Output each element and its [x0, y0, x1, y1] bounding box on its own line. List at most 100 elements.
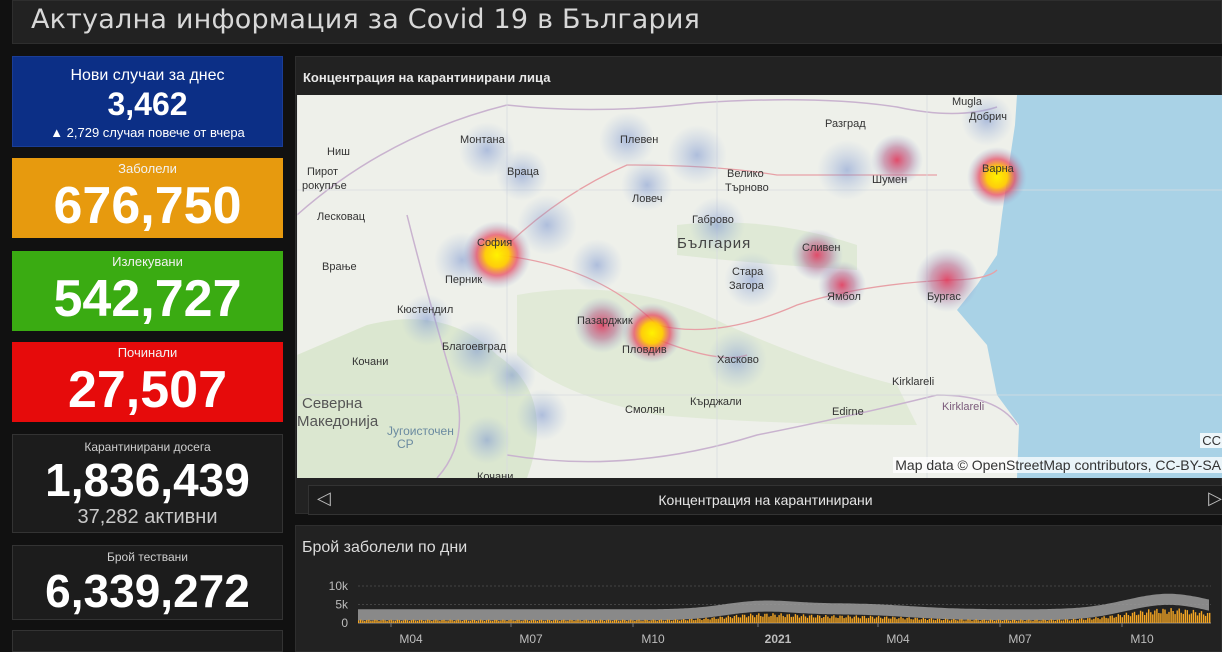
heatmap[interactable]: Монтана Плевен Враца Велико Търново Лове…	[297, 95, 1222, 478]
svg-text:Ямбол: Ямбол	[827, 291, 861, 303]
daily-bar	[788, 614, 790, 623]
daily-bar	[882, 618, 884, 623]
daily-bar	[764, 613, 766, 623]
daily-bar	[778, 615, 780, 623]
svg-text:Kirklareli: Kirklareli	[942, 401, 984, 413]
daily-bar	[581, 621, 583, 623]
recovered-value: 542,727	[53, 270, 242, 328]
daily-bar	[429, 620, 431, 623]
daily-bar	[666, 619, 669, 623]
daily-bar	[754, 617, 756, 623]
daily-bar	[469, 620, 472, 623]
daily-bar	[559, 621, 561, 623]
daily-bar	[620, 620, 622, 623]
daily-bar	[433, 620, 435, 623]
daily-bar	[1064, 619, 1067, 623]
daily-bar	[1144, 615, 1146, 623]
daily-bar	[1133, 611, 1136, 623]
daily-bar	[546, 619, 549, 623]
daily-bar	[1176, 610, 1178, 623]
daily-bar	[841, 615, 843, 623]
daily-bar	[784, 617, 786, 623]
daily-bar	[999, 620, 1002, 623]
daily-bar	[699, 618, 701, 623]
daily-bar	[532, 619, 535, 623]
daily-bar	[774, 614, 776, 623]
daily-bar	[485, 620, 488, 623]
daily-bar	[855, 615, 857, 623]
daily-bar	[904, 619, 906, 623]
svg-text:Шумен: Шумен	[872, 174, 907, 186]
daily-bar	[691, 618, 693, 623]
chevron-right-icon[interactable]: ▷	[1208, 488, 1222, 509]
daily-bar	[697, 618, 699, 623]
recovered-card: Излекувани 542,727	[12, 251, 283, 331]
daily-bar	[969, 619, 971, 623]
daily-bar	[455, 620, 457, 623]
daily-bar	[500, 620, 502, 623]
daily-bar	[1107, 618, 1109, 623]
header-bar: Актуална информация за Covid 19 в Българ…	[12, 0, 1222, 44]
svg-text:Хасково: Хасково	[717, 354, 759, 366]
daily-bar	[843, 618, 845, 623]
daily-bar	[477, 620, 480, 623]
daily-bar	[865, 618, 868, 623]
daily-bar	[975, 619, 977, 623]
daily-bar	[467, 620, 470, 623]
daily-bar	[360, 619, 362, 623]
daily-bar	[471, 619, 474, 623]
daily-bar	[991, 619, 994, 623]
daily-cases-plot[interactable]: 10k 5k 0 M04 M07 M10 2021 M04 M07 M10	[296, 526, 1221, 652]
tests-value: 6,339,272	[45, 565, 250, 617]
daily-bar	[1168, 611, 1170, 623]
daily-bar	[406, 620, 409, 623]
daily-bar	[995, 620, 998, 623]
daily-bar	[825, 615, 827, 623]
daily-bar	[812, 617, 815, 623]
daily-bar	[916, 618, 918, 623]
daily-bar	[1178, 608, 1180, 623]
daily-bar	[1206, 613, 1209, 623]
daily-bar	[618, 620, 620, 623]
daily-bar	[1105, 617, 1107, 623]
daily-bar	[1032, 620, 1034, 623]
daily-bar	[573, 620, 575, 623]
map-canvas[interactable]: Монтана Плевен Враца Велико Търново Лове…	[297, 95, 1222, 478]
daily-bar	[886, 616, 888, 623]
svg-text:рокупље: рокупље	[302, 180, 347, 192]
daily-bar	[947, 619, 949, 623]
daily-bar	[873, 618, 876, 623]
new-cases-change: ▲ 2,729 случая повече от вчера	[50, 125, 245, 140]
daily-bar	[441, 620, 443, 623]
map-title: Концентрация на карантинирани лица	[303, 70, 551, 85]
daily-bar	[575, 620, 577, 623]
daily-bar	[707, 618, 709, 623]
daily-bar	[1200, 611, 1203, 623]
daily-bar	[437, 620, 439, 623]
daily-bar	[936, 618, 939, 623]
daily-bar	[445, 620, 447, 623]
svg-text:Благоевград: Благоевград	[442, 341, 507, 353]
daily-bar	[418, 619, 421, 623]
daily-bar	[609, 620, 612, 623]
daily-bar	[719, 616, 721, 623]
daily-bar	[973, 620, 975, 623]
daily-bar	[912, 619, 914, 623]
daily-bar	[1068, 620, 1071, 623]
cases-label: Заболели	[118, 161, 177, 176]
svg-text:Сливен: Сливен	[802, 242, 840, 254]
daily-bar	[924, 618, 926, 623]
daily-bar	[488, 619, 490, 623]
daily-bar	[894, 617, 896, 623]
new-cases-card: Нови случаи за днес 3,462 ▲ 2,729 случая…	[12, 56, 283, 147]
daily-bar	[636, 620, 638, 623]
daily-bar	[1050, 619, 1052, 623]
daily-bar	[786, 614, 788, 623]
x-tick-label: M04	[399, 632, 423, 646]
daily-bar	[447, 620, 449, 623]
quarantined-card: Карантинирани досега 1,836,439 37,282 ак…	[12, 434, 283, 533]
daily-bar	[538, 620, 541, 623]
daily-bar	[817, 615, 819, 623]
daily-bar	[906, 617, 908, 623]
daily-bar	[565, 620, 567, 623]
